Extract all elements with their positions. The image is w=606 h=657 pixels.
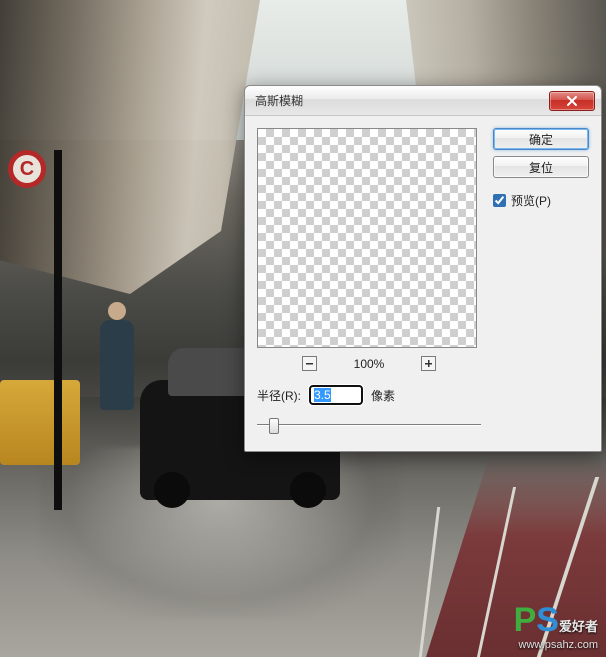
radius-label: 半径(R): xyxy=(257,387,301,404)
preview-checkbox-label: 预览(P) xyxy=(511,192,551,209)
dialog-body: 100% 半径(R): 像素 确定 复位 预览(P) xyxy=(245,116,601,451)
close-button[interactable] xyxy=(549,91,595,111)
zoom-in-button[interactable] xyxy=(421,356,436,371)
zoom-controls: 100% xyxy=(257,356,481,371)
dialog-title: 高斯模糊 xyxy=(255,92,549,109)
roadside-barrier xyxy=(0,380,80,465)
radius-unit: 像素 xyxy=(371,387,395,404)
watermark-logo: PS爱好者 xyxy=(514,602,598,639)
ok-button[interactable]: 确定 xyxy=(493,128,589,150)
watermark-url: www.psahz.com xyxy=(514,639,598,651)
lamp-post xyxy=(54,150,62,510)
preview-checkbox-row[interactable]: 预览(P) xyxy=(493,192,589,209)
sign-letter: C xyxy=(20,158,34,181)
dialog-right-column: 确定 复位 预览(P) xyxy=(493,128,589,435)
watermark-p: P xyxy=(514,601,537,639)
traffic-sign: C xyxy=(8,150,46,188)
minus-icon xyxy=(305,359,314,368)
pedestrian xyxy=(100,320,134,410)
radius-input[interactable] xyxy=(309,385,363,405)
radius-row: 半径(R): 像素 xyxy=(257,385,481,405)
zoom-level: 100% xyxy=(345,357,393,371)
reset-button[interactable]: 复位 xyxy=(493,156,589,178)
radius-slider[interactable] xyxy=(257,415,481,435)
preview-checkbox[interactable] xyxy=(493,194,506,207)
close-icon xyxy=(566,95,578,107)
gaussian-blur-dialog: 高斯模糊 100% 半径(R): 像素 xyxy=(244,85,602,452)
dialog-left-column: 100% 半径(R): 像素 xyxy=(257,128,481,435)
watermark-cn: 爱好者 xyxy=(559,619,598,634)
zoom-out-button[interactable] xyxy=(302,356,317,371)
plus-icon xyxy=(424,359,433,368)
watermark-s: S xyxy=(536,601,559,639)
slider-thumb[interactable] xyxy=(269,418,279,434)
transparency-checker xyxy=(258,129,476,347)
slider-track xyxy=(257,424,481,426)
watermark: PS爱好者 www.psahz.com xyxy=(514,602,598,651)
filter-preview[interactable] xyxy=(257,128,477,348)
dialog-titlebar[interactable]: 高斯模糊 xyxy=(245,86,601,116)
